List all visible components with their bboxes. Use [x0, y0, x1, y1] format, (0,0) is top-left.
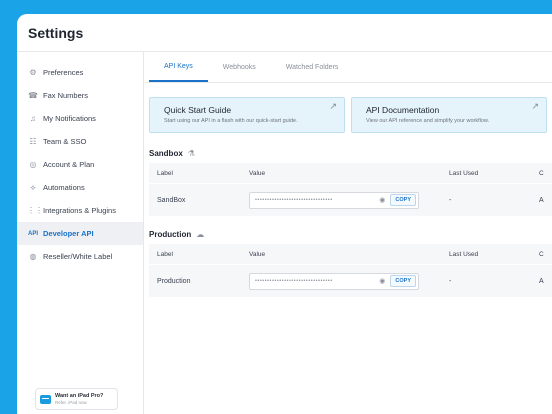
- sidebar: ⚙ Preferences ☎ Fax Numbers ♫ My Notific…: [17, 52, 144, 414]
- row-truncated: A: [539, 277, 544, 285]
- bell-icon: ♫: [30, 114, 36, 123]
- column-label: Label: [157, 250, 173, 258]
- api-key-field[interactable]: •••••••••••••••••••••••••••••••• ◉ COPY: [249, 272, 419, 290]
- row-last-used: -: [449, 277, 452, 285]
- sandbox-section: Sandbox ⚗ Label Value Last Used C SandBo…: [149, 143, 552, 216]
- production-section: Production ☁ Label Value Last Used C Pro…: [149, 224, 552, 297]
- eye-icon[interactable]: ◉: [379, 196, 385, 204]
- section-title: Sandbox ⚗: [149, 143, 552, 163]
- sidebar-nav: ⚙ Preferences ☎ Fax Numbers ♫ My Notific…: [17, 61, 143, 268]
- flask-icon: ⚗: [187, 148, 195, 158]
- table-row: Production •••••••••••••••••••••••••••••…: [149, 265, 552, 297]
- sidebar-item-preferences[interactable]: ⚙ Preferences: [17, 61, 143, 84]
- api-key-field[interactable]: •••••••••••••••••••••••••••••••• ◉ COPY: [249, 191, 419, 209]
- sidebar-item-label: Account & Plan: [43, 160, 95, 169]
- masked-key: ••••••••••••••••••••••••••••••••: [255, 197, 333, 203]
- section-title: Production ☁: [149, 224, 552, 244]
- eye-icon[interactable]: ◉: [379, 277, 385, 285]
- team-icon: ☷: [29, 137, 37, 146]
- column-truncated: C: [539, 169, 544, 177]
- copy-button[interactable]: COPY: [390, 275, 416, 287]
- cloud-icon: ☁: [196, 229, 205, 239]
- gift-icon: [40, 394, 51, 404]
- card-title: API Documentation: [366, 105, 440, 115]
- sidebar-item-label: Reseller/White Label: [43, 252, 113, 261]
- column-last-used: Last Used: [449, 169, 479, 177]
- tab-bar: API Keys Webhooks Watched Folders: [145, 52, 552, 83]
- sidebar-item-label: Fax Numbers: [43, 91, 89, 100]
- column-truncated: C: [539, 250, 544, 258]
- tab-webhooks[interactable]: Webhooks: [208, 52, 271, 82]
- card-title: Quick Start Guide: [164, 105, 232, 115]
- sidebar-item-label: Team & SSO: [43, 137, 87, 146]
- sidebar-item-developer-api[interactable]: API Developer API: [17, 222, 143, 245]
- sidebar-item-label: Preferences: [43, 68, 84, 77]
- row-label: Production: [157, 277, 191, 285]
- sidebar-item-label: Integrations & Plugins: [43, 206, 116, 215]
- table-header: Label Value Last Used C: [149, 244, 552, 264]
- tab-api-keys[interactable]: API Keys: [149, 52, 208, 82]
- table-header: Label Value Last Used C: [149, 163, 552, 183]
- page-title: Settings: [28, 24, 84, 41]
- settings-window: Settings ⚙ Preferences ☎ Fax Numbers ♫ M…: [17, 14, 552, 414]
- sidebar-item-label: Automations: [43, 183, 85, 192]
- column-value: Value: [249, 169, 266, 177]
- sidebar-item-reseller[interactable]: ◍ Reseller/White Label: [17, 245, 143, 268]
- grid-icon: ⋮⋮: [27, 206, 43, 215]
- promo-subtitle: Refer. iPad now: [55, 399, 87, 405]
- row-truncated: A: [539, 196, 544, 204]
- gear-icon: ⚙: [29, 68, 37, 77]
- main-content: API Keys Webhooks Watched Folders ↗ Quic…: [145, 52, 552, 414]
- sidebar-item-automations[interactable]: ⟡ Automations: [17, 176, 143, 199]
- card-description: View our API reference and simplify your…: [366, 118, 490, 124]
- copy-button[interactable]: COPY: [390, 194, 416, 206]
- sidebar-item-team-sso[interactable]: ☷ Team & SSO: [17, 130, 143, 153]
- resource-cards: ↗ Quick Start Guide Start using our API …: [149, 97, 552, 133]
- masked-key: ••••••••••••••••••••••••••••••••: [255, 278, 333, 284]
- sidebar-item-fax-numbers[interactable]: ☎ Fax Numbers: [17, 84, 143, 107]
- sidebar-item-notifications[interactable]: ♫ My Notifications: [17, 107, 143, 130]
- globe-icon: ◍: [29, 252, 37, 261]
- header: Settings: [17, 14, 552, 52]
- sandbox-title: Sandbox: [149, 148, 183, 158]
- sidebar-item-label: My Notifications: [43, 114, 96, 123]
- sidebar-item-account-plan[interactable]: ◎ Account & Plan: [17, 153, 143, 176]
- external-link-icon: ↗: [329, 101, 337, 111]
- production-title: Production: [149, 229, 192, 239]
- table-row: SandBox ••••••••••••••••••••••••••••••••…: [149, 184, 552, 216]
- fax-icon: ☎: [28, 91, 38, 100]
- quick-start-card[interactable]: ↗ Quick Start Guide Start using our API …: [149, 97, 345, 133]
- tab-watched-folders[interactable]: Watched Folders: [271, 52, 354, 82]
- automation-icon: ⟡: [30, 182, 36, 192]
- column-last-used: Last Used: [449, 250, 479, 258]
- sidebar-item-label: Developer API: [43, 229, 94, 238]
- card-description: Start using our API in a flash with our …: [164, 118, 298, 124]
- account-icon: ◎: [29, 160, 37, 169]
- column-label: Label: [157, 169, 173, 177]
- external-link-icon: ↗: [531, 101, 539, 111]
- column-value: Value: [249, 250, 266, 258]
- row-label: SandBox: [157, 196, 186, 204]
- ipad-promo-button[interactable]: Want an iPad Pro? Refer. iPad now: [35, 388, 118, 410]
- api-icon: API: [27, 230, 38, 237]
- sidebar-item-integrations[interactable]: ⋮⋮ Integrations & Plugins: [17, 199, 143, 222]
- api-documentation-card[interactable]: ↗ API Documentation View our API referen…: [351, 97, 547, 133]
- row-last-used: -: [449, 196, 452, 204]
